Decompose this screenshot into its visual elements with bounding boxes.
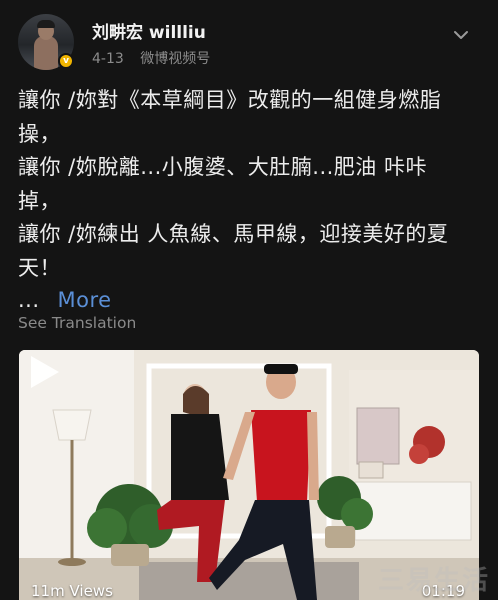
post-header: v 刘畊宏 willliu 4-13 微博视频号 <box>18 14 480 70</box>
post-meta: 4-13 微博视频号 <box>92 48 210 68</box>
post-source: 微博视频号 <box>140 51 211 67</box>
chevron-down-icon[interactable] <box>450 24 472 46</box>
ellipsis: ... <box>18 288 40 312</box>
post-text: 讓你 /妳對《本草綱目》改觀的一組健身燃脂 操， 讓你 /妳脫離...小腹婆、大… <box>18 84 480 315</box>
post-text-line: 天！ <box>18 255 61 280</box>
play-icon[interactable] <box>19 350 63 394</box>
post-text-line: 操， <box>18 121 61 146</box>
post-text-line: 讓你 /妳對《本草綱目》改觀的一組健身燃脂 <box>18 88 442 112</box>
see-translation-link[interactable]: See Translation <box>18 314 136 332</box>
post-date: 4-13 <box>92 51 124 67</box>
author-name[interactable]: 刘畊宏 willliu <box>92 18 206 43</box>
post-text-line: 讓你 /妳脫離...小腹婆、大肚腩...肥油 咔咔 <box>18 155 427 179</box>
weibo-post: v 刘畊宏 willliu 4-13 微博视频号 讓你 /妳對《本草綱目》改觀的… <box>0 0 498 600</box>
watermark-logo: 三易生活 <box>377 566 490 596</box>
more-link[interactable]: More <box>58 288 112 312</box>
post-text-line: 讓你 /妳練出 人魚線、馬甲線，迎接美好的夏 <box>18 222 449 246</box>
more-line: ... More <box>18 285 480 315</box>
avatar-figure-hair <box>37 20 55 28</box>
verified-badge-icon: v <box>58 53 74 69</box>
avatar-figure-torso <box>34 36 58 70</box>
post-text-line: 掉， <box>18 188 61 213</box>
video-views: 11m Views <box>31 582 113 600</box>
